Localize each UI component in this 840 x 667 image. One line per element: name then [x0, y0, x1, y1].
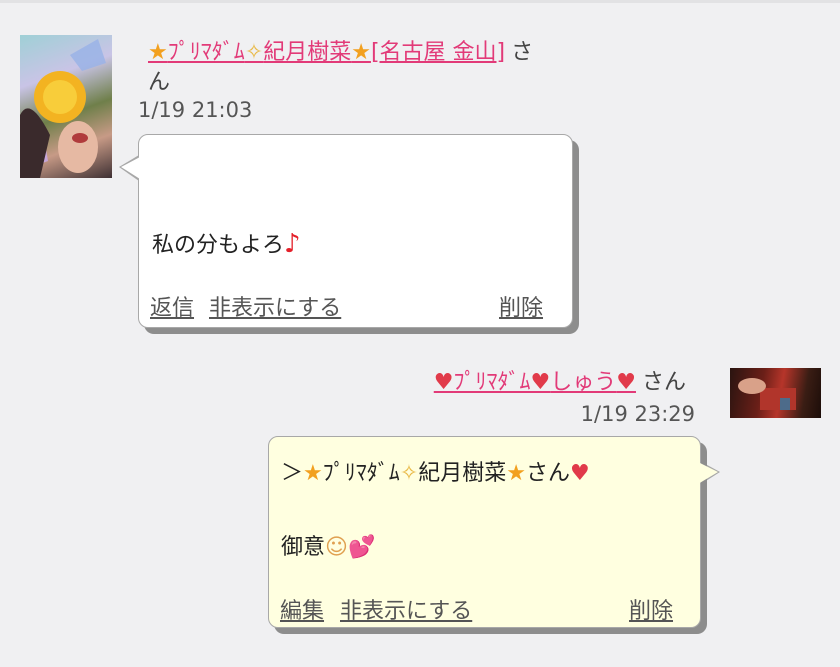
quote-marker: ＞ [281, 461, 304, 486]
star-icon: ★ [506, 461, 526, 486]
hide-link[interactable]: 非表示にする [340, 593, 472, 625]
author-link[interactable]: ★ﾌﾟﾘﾏﾀﾞﾑ✧紀月樹菜★[名古屋 金山] [148, 40, 505, 65]
message-bubble: 私の分もよろ♪ 返信 非表示にする 削除 [138, 134, 573, 328]
avatar-photo [738, 378, 796, 410]
author-name-part: しゅう [550, 370, 617, 395]
star-icon: ★ [351, 40, 371, 65]
author-location: [名古屋 金山] [370, 40, 506, 65]
sparkle-icon: ✧ [244, 40, 264, 65]
author-name: ★ﾌﾟﾘﾏﾀﾞﾑ✧紀月樹菜★[名古屋 金山] さん [148, 38, 548, 98]
message-text: 私の分もよろ♪ [152, 227, 301, 259]
avatar[interactable] [730, 368, 821, 418]
delete-link[interactable]: 削除 [499, 290, 543, 322]
bubble-tail-fill [121, 157, 140, 179]
star-icon: ★ [148, 40, 168, 65]
message-text: 御意☺💕 [281, 529, 375, 561]
heart-icon: ♥ [569, 461, 590, 486]
quoted-reply: ＞★ﾌﾟﾘﾏﾀﾞﾑ✧紀月樹菜★さん♥ [281, 455, 590, 487]
music-note-icon: ♪ [284, 229, 301, 259]
smiley-icon: ☺ [325, 535, 348, 560]
heart-icon: ♥ [433, 370, 454, 395]
author-name-part: ﾌﾟﾘﾏﾀﾞﾑ [167, 40, 245, 65]
timestamp: 1/19 21:03 [138, 98, 253, 122]
message-body: 御意 [281, 535, 326, 560]
reply-link[interactable]: 返信 [150, 290, 194, 322]
message-body: 私の分もよろ [152, 233, 285, 258]
message-bubble: ＞★ﾌﾟﾘﾏﾀﾞﾑ✧紀月樹菜★さん♥ 御意☺💕 編集 非表示にする 削除 [268, 436, 701, 628]
heart-icon: ♥ [530, 370, 551, 395]
avatar-photo [20, 39, 106, 178]
heart-icon: ♥ [616, 370, 636, 395]
star-icon: ★ [303, 461, 323, 486]
delete-link[interactable]: 削除 [629, 593, 673, 625]
top-divider [0, 0, 840, 3]
hide-link[interactable]: 非表示にする [209, 290, 341, 322]
author-suffix: さん [641, 370, 686, 395]
avatar[interactable] [20, 35, 112, 178]
quote-suffix: さん [525, 461, 570, 486]
quote-name-part: 紀月樹菜 [418, 461, 507, 486]
timestamp: 1/19 23:29 [580, 402, 695, 426]
author-name-part: 紀月樹菜 [263, 40, 352, 65]
bubble-tail-fill [698, 462, 718, 484]
two-hearts-icon: 💕 [347, 535, 376, 560]
edit-link[interactable]: 編集 [280, 593, 324, 625]
author-link[interactable]: ♥ﾌﾟﾘﾏﾀﾞﾑ♥しゅう♥ [434, 370, 636, 395]
sparkle-icon: ✧ [399, 461, 419, 486]
author-name: ♥ﾌﾟﾘﾏﾀﾞﾑ♥しゅう♥ さん [434, 368, 686, 398]
quote-name-part: ﾌﾟﾘﾏﾀﾞﾑ [322, 461, 400, 486]
author-name-part: ﾌﾟﾘﾏﾀﾞﾑ [453, 370, 531, 395]
